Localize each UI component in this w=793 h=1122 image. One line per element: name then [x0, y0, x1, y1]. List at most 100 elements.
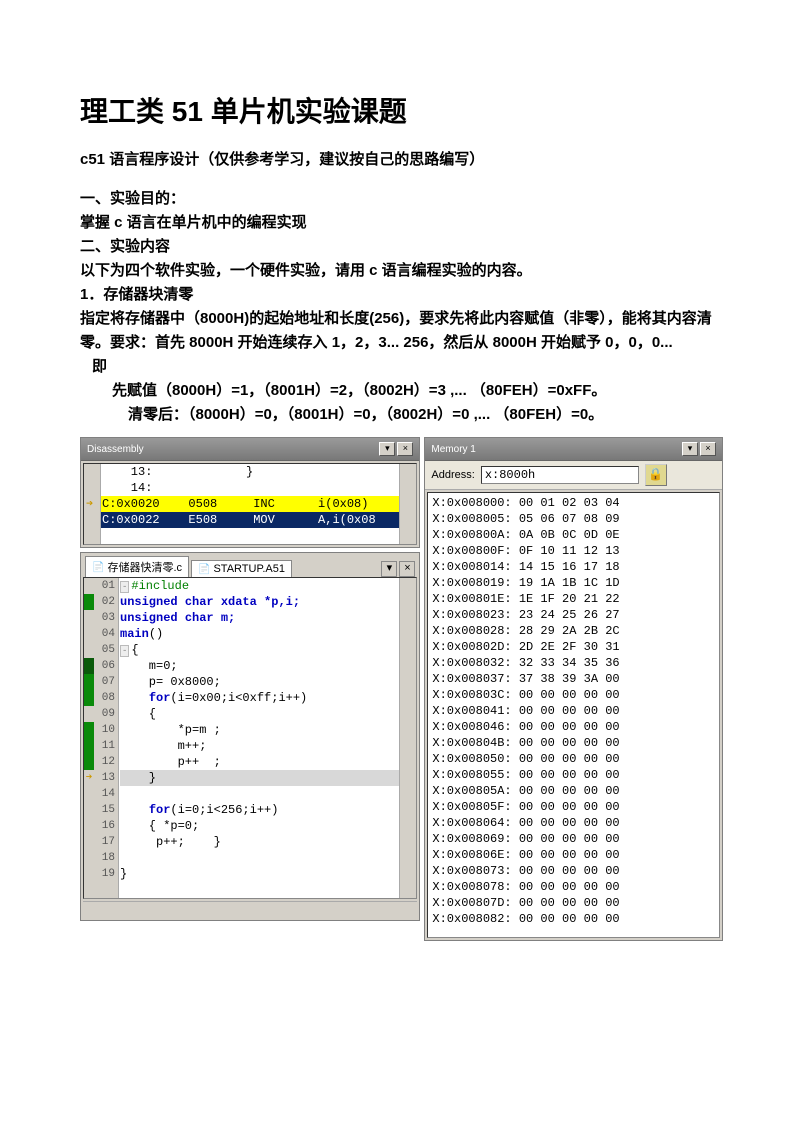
disasm-gutter: ➔	[84, 464, 101, 544]
code-line[interactable]: }	[120, 770, 416, 786]
memory-title: Memory 1	[431, 444, 475, 455]
memory-line: X:0x008023: 23 24 25 26 27	[432, 607, 715, 623]
memory-line: X:0x008032: 32 33 34 35 36	[432, 655, 715, 671]
code-line[interactable]: for(i=0x00;i<0xff;i++)	[120, 690, 416, 706]
fold-toggle-icon[interactable]: -	[120, 581, 129, 593]
gutter-row: 02	[84, 594, 118, 610]
disasm-line[interactable]: C:0x0022 E508 MOV A,i(0x08	[84, 512, 416, 528]
memory-panel: Memory 1 ▾ × Address: 🔒 X:0x008000: 00 0…	[424, 437, 723, 941]
current-line-arrow-icon: ➔	[86, 496, 93, 511]
line-gutter: 01020304050607080910111213➔141516171819	[84, 578, 119, 898]
code-line[interactable]: unsigned char m;	[120, 610, 416, 626]
para-1: 一、实验目的：	[80, 187, 723, 211]
disasm-line[interactable]: C:0x0020 0508 INC i(0x08)	[84, 496, 416, 512]
memory-line: X:0x008046: 00 00 00 00 00	[432, 719, 715, 735]
page-title: 理工类 51 单片机实验课题	[80, 90, 723, 130]
disassembly-panel: Disassembly ▾ × ➔ 13: } 14: C:0x0020 050…	[80, 437, 420, 548]
document-icon: 📄	[92, 562, 104, 573]
code-line[interactable]: }	[120, 866, 416, 882]
memory-line: X:0x008037: 37 38 39 3A 00	[432, 671, 715, 687]
gutter-row: 01	[84, 578, 118, 594]
memory-line: X:0x008069: 00 00 00 00 00	[432, 831, 715, 847]
gutter-row: 10	[84, 722, 118, 738]
editor-tabs: 📄 存储器快清零.c 📄 STARTUP.A51 ▾ ×	[81, 553, 419, 577]
subtitle: c51 语言程序设计（仅供参考学习，建议按自己的思路编写）	[80, 148, 723, 169]
tab-menu-button[interactable]: ▾	[381, 561, 397, 577]
address-label: Address:	[431, 469, 474, 481]
disasm-line[interactable]: 13: }	[84, 464, 416, 480]
gutter-row: 15	[84, 802, 118, 818]
disassembly-titlebar: Disassembly ▾ ×	[81, 438, 419, 461]
gutter-row: 14	[84, 786, 118, 802]
gutter-row: 18	[84, 850, 118, 866]
memory-line: X:0x008073: 00 00 00 00 00	[432, 863, 715, 879]
code-line[interactable]: main()	[120, 626, 416, 642]
tab-source-c[interactable]: 📄 存储器快清零.c	[85, 556, 189, 577]
memory-line: X:0x00801E: 1E 1F 20 21 22	[432, 591, 715, 607]
close-button[interactable]: ×	[397, 442, 413, 456]
memory-line: X:0x008082: 00 00 00 00 00	[432, 911, 715, 927]
address-input[interactable]	[481, 466, 639, 484]
memory-line: X:0x008064: 00 00 00 00 00	[432, 815, 715, 831]
code-line[interactable]: *p=m ;	[120, 722, 416, 738]
code-body[interactable]: 01020304050607080910111213➔141516171819 …	[83, 577, 417, 899]
para-5: 1．存储器块清零	[80, 283, 723, 307]
code-line[interactable]: unsigned char xdata *p,i;	[120, 594, 416, 610]
ide-screenshot: Disassembly ▾ × ➔ 13: } 14: C:0x0020 050…	[80, 437, 723, 941]
code-line[interactable]: p= 0x8000;	[120, 674, 416, 690]
dock-button[interactable]: ▾	[682, 442, 698, 456]
memory-line: X:0x008005: 05 06 07 08 09	[432, 511, 715, 527]
scrollbar-vertical[interactable]	[399, 464, 416, 544]
memory-line: X:0x00807D: 00 00 00 00 00	[432, 895, 715, 911]
code-line[interactable]: p++ ;	[120, 754, 416, 770]
memory-line: X:0x00806E: 00 00 00 00 00	[432, 847, 715, 863]
gutter-row: 11	[84, 738, 118, 754]
code-line[interactable]	[120, 786, 416, 802]
code-line[interactable]: -#include	[120, 578, 416, 594]
code-line[interactable]: for(i=0;i<256;i++)	[120, 802, 416, 818]
lock-icon[interactable]: 🔒	[645, 464, 667, 486]
gutter-row: 19	[84, 866, 118, 882]
gutter-row: 13➔	[84, 770, 118, 786]
disassembly-body[interactable]: ➔ 13: } 14: C:0x0020 0508 INC i(0x08)C:0…	[83, 463, 417, 545]
code-line[interactable]: m=0;	[120, 658, 416, 674]
para-2: 掌握 c 语言在单片机中的编程实现	[80, 211, 723, 235]
code-line[interactable]: {	[120, 706, 416, 722]
scrollbar-vertical[interactable]	[399, 578, 416, 898]
gutter-row: 09	[84, 706, 118, 722]
memory-line: X:0x008014: 14 15 16 17 18	[432, 559, 715, 575]
fold-toggle-icon[interactable]: -	[120, 645, 129, 657]
gutter-row: 04	[84, 626, 118, 642]
gutter-row: 07	[84, 674, 118, 690]
tab-label: STARTUP.A51	[213, 563, 285, 575]
gutter-row: 17	[84, 834, 118, 850]
memory-line: X:0x008028: 28 29 2A 2B 2C	[432, 623, 715, 639]
gutter-row: 03	[84, 610, 118, 626]
tab-startup-a51[interactable]: 📄 STARTUP.A51	[191, 560, 292, 577]
memory-dump[interactable]: X:0x008000: 00 01 02 03 04X:0x008005: 05…	[427, 492, 720, 938]
code-line[interactable]: -{	[120, 642, 416, 658]
code-line[interactable]: p++; }	[120, 834, 416, 850]
code-line[interactable]: m++;	[120, 738, 416, 754]
memory-line: X:0x00805A: 00 00 00 00 00	[432, 783, 715, 799]
disasm-line[interactable]: 14:	[84, 480, 416, 496]
dock-button[interactable]: ▾	[379, 442, 395, 456]
gutter-row: 16	[84, 818, 118, 834]
code-line[interactable]: { *p=0;	[120, 818, 416, 834]
code-line[interactable]	[120, 850, 416, 866]
para-7: 即	[80, 355, 723, 379]
memory-line: X:0x008078: 00 00 00 00 00	[432, 879, 715, 895]
memory-line: X:0x00800A: 0A 0B 0C 0D 0E	[432, 527, 715, 543]
memory-titlebar: Memory 1 ▾ ×	[425, 438, 722, 461]
disassembly-title: Disassembly	[87, 444, 144, 455]
gutter-row: 12	[84, 754, 118, 770]
memory-line: X:0x00803C: 00 00 00 00 00	[432, 687, 715, 703]
tab-close-button[interactable]: ×	[399, 561, 415, 577]
para-6: 指定将存储器中（8000H)的起始地址和长度(256)，要求先将此内容赋值（非零…	[80, 307, 723, 355]
memory-line: X:0x008019: 19 1A 1B 1C 1D	[432, 575, 715, 591]
para-4: 以下为四个软件实验，一个硬件实验，请用 c 语言编程实验的内容。	[80, 259, 723, 283]
code-editor-panel: 📄 存储器快清零.c 📄 STARTUP.A51 ▾ × 01020304050…	[80, 552, 420, 921]
scrollbar-horizontal[interactable]	[83, 901, 417, 918]
close-button[interactable]: ×	[700, 442, 716, 456]
memory-line: X:0x008050: 00 00 00 00 00	[432, 751, 715, 767]
